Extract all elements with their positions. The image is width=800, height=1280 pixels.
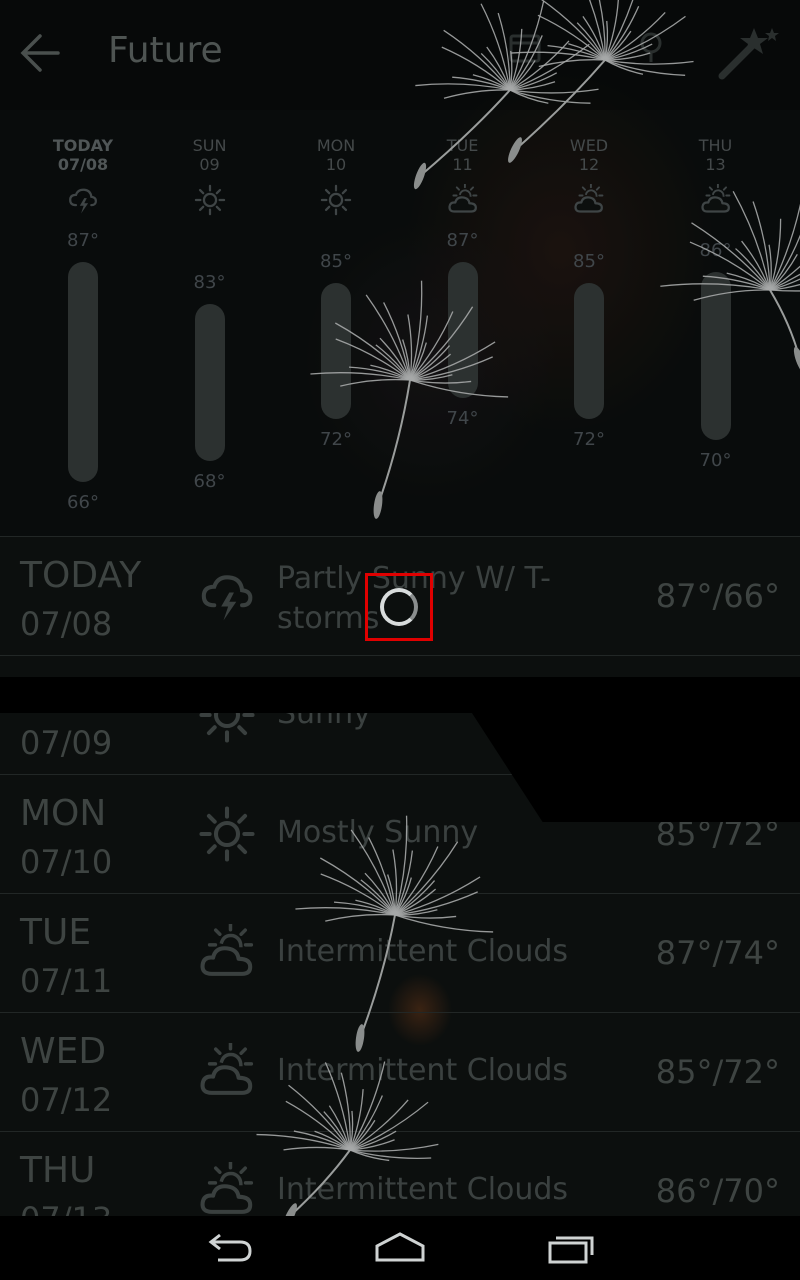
low-temp: 72° [573,429,605,451]
thunder-cloud-icon [67,184,99,216]
back-arrow-icon[interactable] [18,30,64,76]
loading-spinner [380,588,418,626]
forecast-day-column[interactable]: SUN 09 83° 68° [147,110,273,536]
sun-icon [320,184,352,216]
sun-icon [198,805,256,863]
page-title: Future [108,30,223,71]
list-condition: Intermittent Clouds [277,934,569,969]
list-day-name: TODAY [20,555,142,596]
forecast-day-date: 11 [452,155,473,174]
occluding-shape [0,677,800,713]
magic-wand-icon[interactable] [718,24,780,80]
forecast-day-column[interactable]: MON 10 85° 72° [273,110,399,536]
thunder-cloud-icon [198,567,256,625]
high-temp: 83° [193,271,226,293]
forecast-day-date: 09 [199,155,220,174]
forecast-day-column[interactable]: TUE 11 87° 74° [400,110,526,536]
forecast-day-name: MON [316,136,356,155]
sun-icon [194,184,226,216]
sun-cloud-icon [573,183,605,216]
forecast-day-date: 07/08 [57,155,109,174]
forecast-day-column[interactable]: THU 13 86° 70° [653,110,779,536]
temp-range-bar [574,282,604,420]
high-temp: 85° [573,250,605,272]
list-day-date: 07/09 [20,724,113,762]
low-temp: 72° [320,429,352,451]
forecast-day-name: TODAY [52,136,114,155]
list-day-name: THU [20,1150,96,1191]
system-nav-bar [0,1216,800,1280]
forecast-day-name: TUE [446,136,479,155]
list-day-name: WED [20,1031,107,1072]
high-temp: 85° [320,250,352,272]
high-temp: 87° [67,230,99,251]
sun-cloud-icon [198,1041,256,1101]
nav-back-icon[interactable] [200,1226,260,1270]
forecast-day-date: 10 [325,155,347,174]
list-day-date: 07/12 [20,1081,113,1119]
weather-screen: Future TODAY 07/08 87° 66° SUN 09 83° 68… [0,0,800,1216]
forecast-list-item[interactable]: TUE 07/11 Intermittent Clouds 87°/74° [0,894,800,1013]
temp-range-bar [194,303,225,462]
low-temp: 70° [699,450,732,472]
list-temps: 85°/72° [655,1053,780,1091]
high-temp: 86° [699,240,732,262]
list-condition: Intermittent Clouds [277,1172,569,1207]
temp-range-bar [700,272,731,441]
forecast-day-column[interactable]: TODAY 07/08 87° 66° [20,110,146,536]
temp-range-bar [68,262,98,482]
forecast-day-name: SUN [192,136,227,155]
forecast-day-column[interactable]: WED 12 85° 72° [526,110,652,536]
forecast-day-name: WED [569,136,609,155]
list-temps: 87°/66° [655,577,780,615]
list-day-date: 07/10 [20,843,113,881]
list-day-name: MON [20,793,107,834]
loading-spinner-highlight [365,573,433,641]
sun-cloud-icon [198,1160,256,1216]
sun-cloud-icon [447,183,479,216]
list-day-date: 07/13 [20,1200,112,1216]
forecast-list-item[interactable]: WED 07/12 Intermittent Clouds 85°/72° [0,1013,800,1132]
sun-cloud-icon [198,922,256,982]
list-temps: 87°/74° [655,934,780,972]
list-condition: Intermittent Clouds [277,1053,569,1088]
nav-home-icon[interactable] [370,1226,430,1270]
low-temp: 68° [193,471,226,493]
location-icon[interactable] [634,30,668,64]
list-day-date: 07/08 [20,605,113,643]
sun-cloud-icon [700,183,732,216]
forecast-strip: TODAY 07/08 87° 66° SUN 09 83° 68° MON 1… [0,110,800,536]
forecast-day-date: 13 [705,155,726,174]
forecast-day-name: THU [698,136,733,155]
forecast-list-item[interactable]: THU 07/13 Intermittent Clouds 86°/70° [0,1132,800,1216]
forecast-day-date: 12 [578,155,600,174]
high-temp: 87° [446,230,479,251]
temp-range-bar [321,282,351,420]
low-temp: 66° [67,492,99,513]
list-day-date: 07/11 [20,962,113,1000]
list-day-name: TUE [20,912,92,953]
temp-range-bar [447,262,478,399]
low-temp: 74° [446,408,479,430]
nav-recents-icon[interactable] [542,1226,602,1270]
action-bar: Future [0,0,800,110]
list-temps: 86°/70° [655,1172,780,1210]
list-condition: Mostly Sunny [277,815,479,850]
calendar-icon[interactable] [508,30,542,64]
